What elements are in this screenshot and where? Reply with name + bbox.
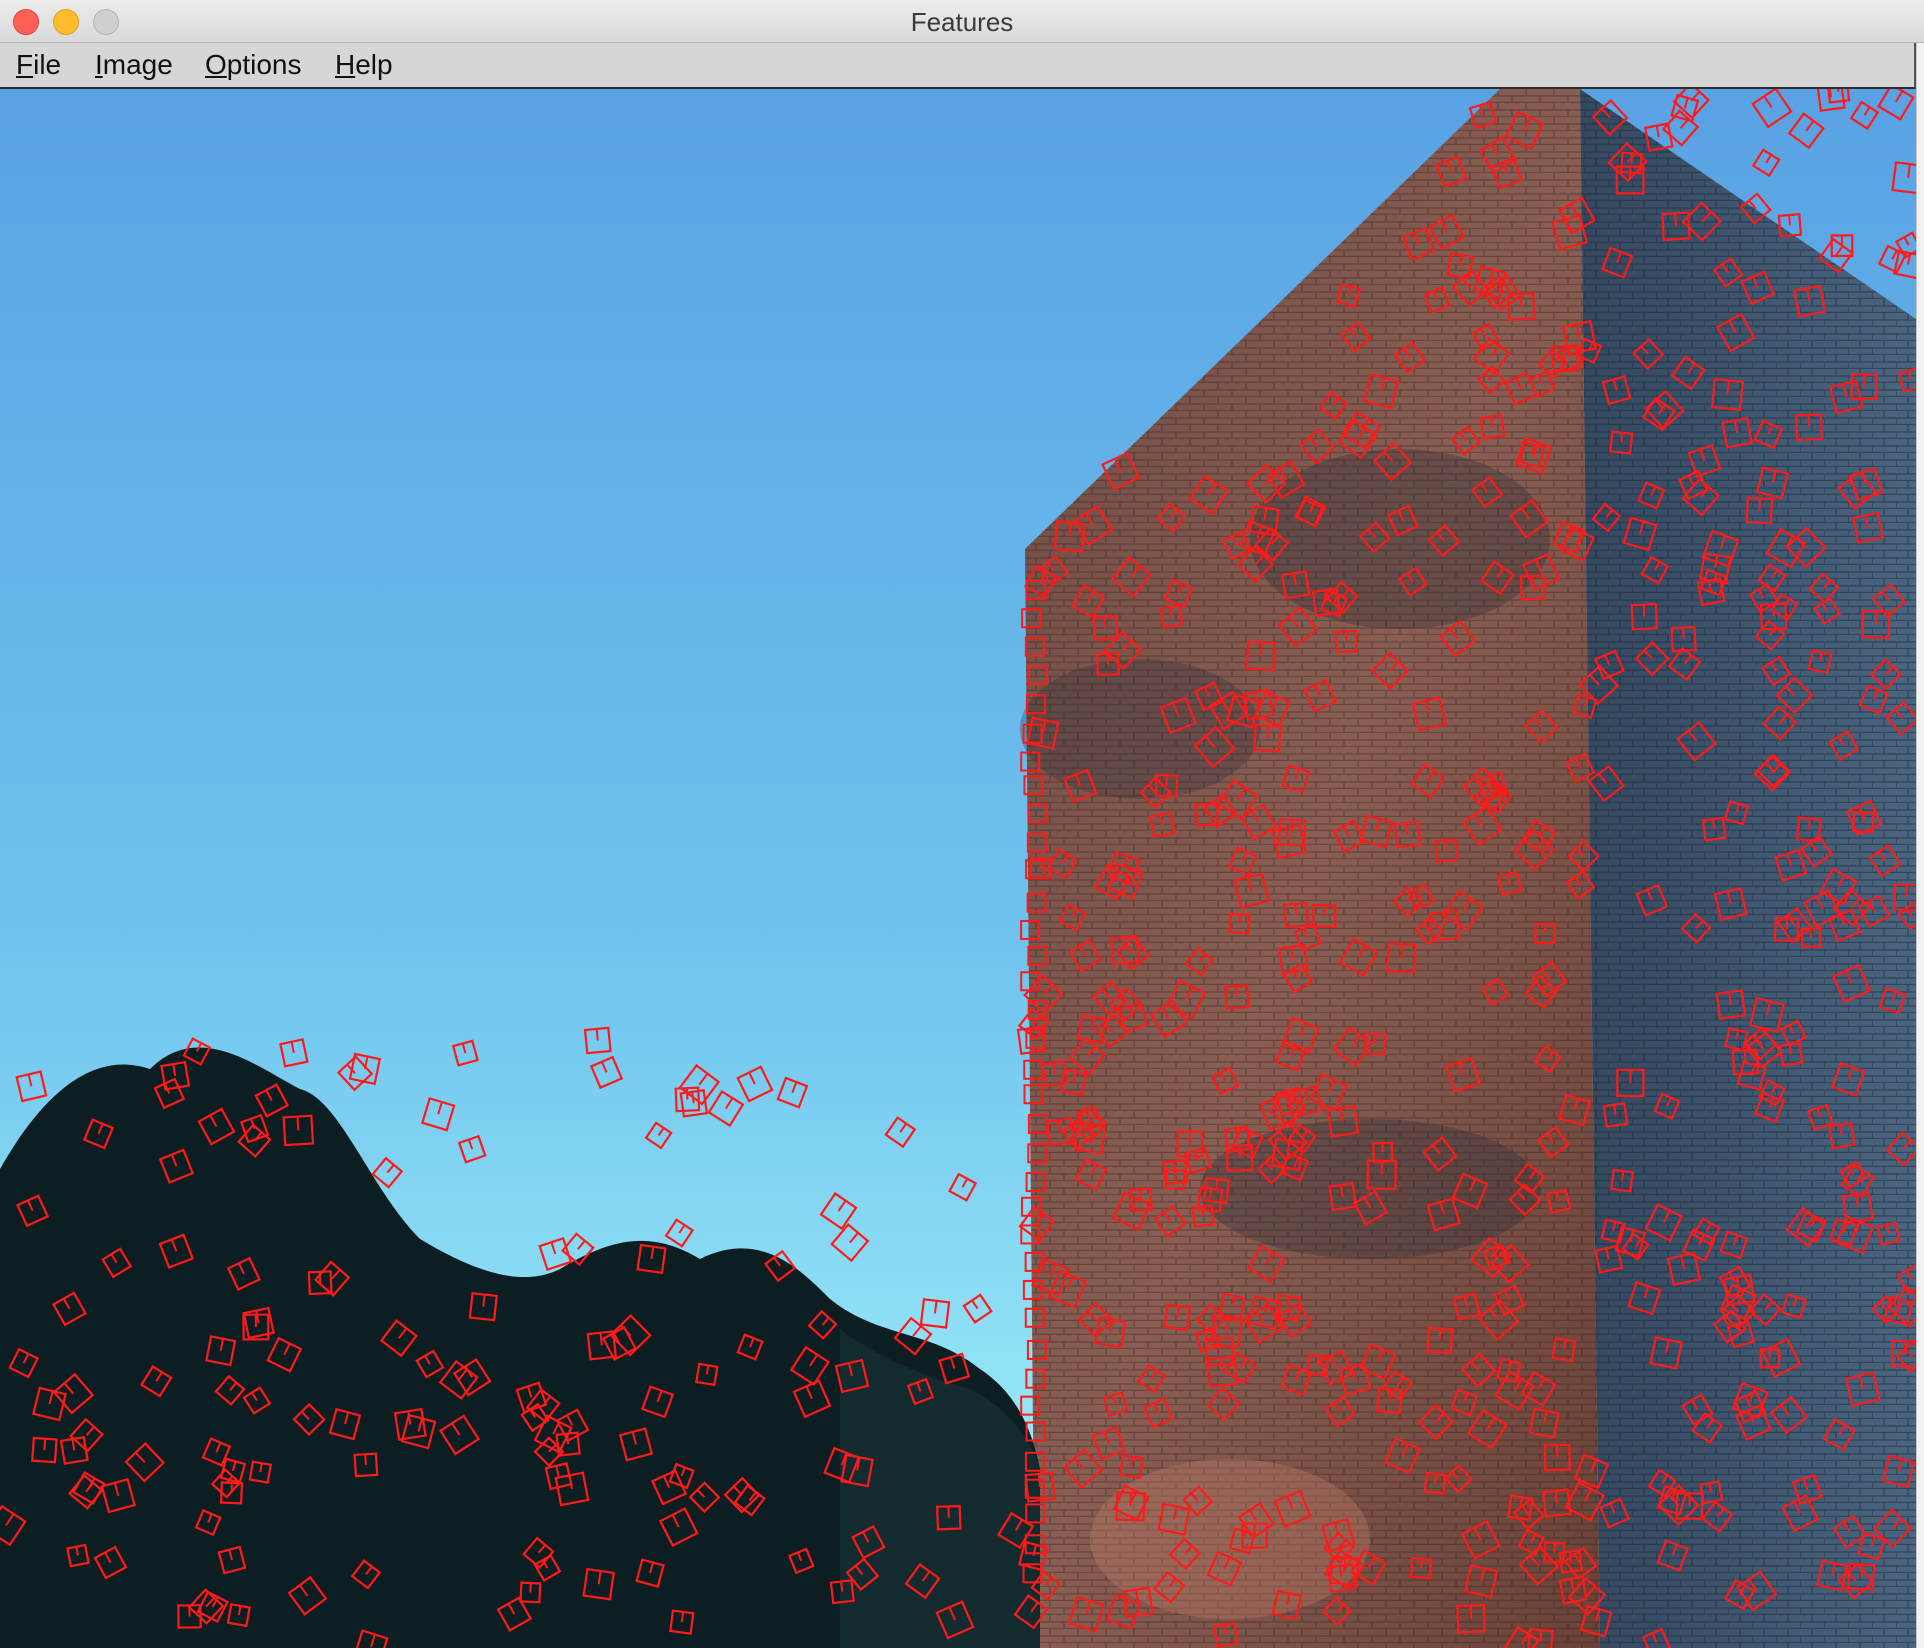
menu-help-label: elp [355, 49, 393, 80]
feature-orientation-tick [1238, 914, 1242, 924]
right-edge-frame [1916, 43, 1924, 1648]
feature-orientation-tick [1294, 903, 1298, 916]
image-view [0, 89, 1916, 1648]
menu-image-mnemonic: I [95, 49, 103, 80]
feature-orientation-tick [1400, 944, 1403, 958]
menu-image-label: mage [102, 49, 173, 80]
app-window: Features File Image Options Help [0, 0, 1924, 1648]
feature-orientation-tick [1539, 1630, 1543, 1642]
feature-orientation-tick [1743, 1050, 1747, 1063]
feature-orientation-tick [1209, 1188, 1213, 1200]
feature-orientation-tick [1444, 840, 1448, 851]
feature-orientation-tick [1860, 1564, 1863, 1577]
feature-orientation-tick [1103, 616, 1107, 629]
feature-orientation-tick [1874, 611, 1878, 625]
feature-orientation-tick [1129, 1492, 1133, 1507]
menu-file[interactable]: File [16, 49, 61, 81]
window-title: Features [910, 7, 1014, 37]
menu-help[interactable]: Help [335, 49, 393, 81]
menu-options-label: ptions [226, 49, 302, 80]
feature-orientation-tick [482, 1294, 486, 1307]
feature-orientation-tick [1266, 725, 1270, 739]
feature-orientation-tick [1620, 432, 1624, 443]
feature-orientation-tick [1836, 89, 1840, 92]
menu-help-mnemonic: H [335, 49, 356, 80]
feature-orientation-tick [840, 1581, 844, 1592]
feature-orientation-tick [1758, 498, 1761, 511]
feature-orientation-tick [1682, 627, 1685, 640]
menu-options-mnemonic: O [205, 49, 227, 80]
menu-file-label: ile [33, 49, 62, 80]
feature-orientation-tick [565, 1433, 570, 1445]
feature-orientation-tick [1201, 1206, 1205, 1217]
feature-orientation-tick [1630, 153, 1633, 163]
menu-bar: File Image Options Help [0, 43, 1916, 89]
feature-orientation-tick [1434, 1473, 1438, 1484]
feature-orientation-tick [1554, 1490, 1558, 1504]
feature-orientation-tick [1788, 215, 1791, 226]
feature-orientation-tick [1316, 1355, 1320, 1366]
feature-orientation-tick [1204, 803, 1208, 815]
menu-image[interactable]: Image [95, 49, 173, 81]
menu-file-mnemonic: F [16, 49, 34, 80]
feature-orientation-tick [1169, 606, 1173, 617]
feature-orientation-tick [1807, 818, 1811, 830]
feature-orientation-tick [1563, 346, 1566, 359]
feature-orientation-tick [1553, 1543, 1556, 1553]
image-canvas[interactable] [0, 89, 1916, 1648]
face-highlight-chin [1090, 1459, 1370, 1619]
face-shadow-eye-right [1250, 449, 1550, 629]
feature-orientation-tick [1674, 213, 1677, 227]
feature-orientation-tick [43, 1438, 47, 1451]
feature-orientation-tick [1420, 1558, 1423, 1569]
title-bar[interactable]: Features [0, 0, 1924, 43]
feature-orientation-tick [1139, 1189, 1142, 1200]
feature-orientation-tick [1259, 642, 1263, 656]
feature-orientation-tick [1388, 1389, 1392, 1401]
feature-orientation-tick [599, 1332, 603, 1346]
menu-options[interactable]: Options [205, 49, 302, 81]
feature-orientation-tick [1235, 986, 1238, 997]
feature-orientation-tick [1613, 1104, 1617, 1116]
feature-orientation-tick [1068, 522, 1072, 537]
feature-orientation-tick [1712, 819, 1716, 830]
feature-orientation-tick [1173, 1160, 1177, 1173]
feature-orientation-tick [595, 1028, 599, 1041]
feature-orientation-tick [1621, 1170, 1625, 1181]
feature-orientation-tick [1642, 604, 1646, 617]
feature-orientation-tick [1438, 1328, 1442, 1341]
feature-orientation-tick [680, 1611, 685, 1623]
feature-orientation-tick [296, 1116, 300, 1131]
feature-orientation-tick [364, 1454, 367, 1465]
feature-orientation-tick [1286, 1296, 1290, 1308]
